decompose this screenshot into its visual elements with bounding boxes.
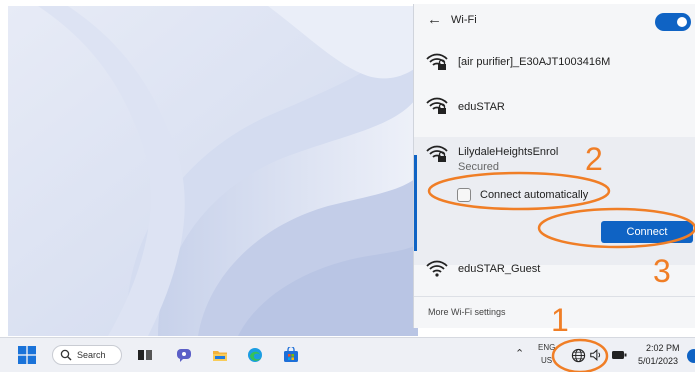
clock-time[interactable]: 2:02 PM bbox=[646, 343, 680, 353]
chevron-up-icon[interactable]: ⌃ bbox=[515, 347, 524, 360]
network-status: Secured bbox=[458, 161, 499, 173]
volume-icon[interactable] bbox=[589, 348, 603, 362]
network-item[interactable]: eduSTAR bbox=[414, 97, 695, 123]
annotation-step-1: 1 bbox=[551, 302, 569, 338]
chat-icon[interactable] bbox=[176, 347, 192, 363]
edge-browser-icon[interactable] bbox=[247, 347, 263, 363]
connect-automatically-label[interactable]: Connect automatically bbox=[480, 189, 588, 201]
search-icon bbox=[60, 349, 72, 361]
network-globe-icon[interactable] bbox=[571, 348, 586, 363]
network-item-selected[interactable]: LilydaleHeightsEnrol Secured Connect aut… bbox=[414, 137, 695, 265]
battery-icon[interactable] bbox=[611, 349, 627, 361]
wifi-open-icon bbox=[426, 260, 448, 277]
wifi-toggle[interactable] bbox=[655, 13, 691, 31]
more-wifi-settings-label: More Wi-Fi settings bbox=[428, 307, 506, 317]
wifi-secured-icon bbox=[426, 145, 448, 162]
input-region[interactable]: US bbox=[541, 356, 552, 365]
clock-date[interactable]: 5/01/2023 bbox=[638, 356, 678, 366]
flyout-title: Wi-Fi bbox=[451, 14, 477, 26]
wifi-secured-icon bbox=[426, 53, 448, 70]
connect-button[interactable]: Connect bbox=[601, 221, 693, 243]
search-label: Search bbox=[77, 350, 106, 360]
input-language[interactable]: ENG bbox=[538, 343, 555, 352]
taskbar: Search ⌃ ENG US 2:02 PM 5/01/2023 bbox=[0, 337, 695, 372]
network-item[interactable]: [air purifier]_E30AJT1003416M bbox=[414, 53, 695, 79]
network-name: LilydaleHeightsEnrol bbox=[458, 146, 559, 158]
annotation-step-2: 2 bbox=[585, 141, 603, 177]
connect-automatically-checkbox[interactable] bbox=[457, 188, 471, 202]
network-name: eduSTAR_Guest bbox=[458, 263, 541, 275]
notification-badge[interactable] bbox=[687, 349, 695, 363]
wifi-secured-icon bbox=[426, 97, 448, 114]
selection-indicator bbox=[414, 155, 417, 251]
annotation-step-3: 3 bbox=[653, 253, 671, 289]
network-name: eduSTAR bbox=[458, 101, 505, 113]
desktop-wallpaper bbox=[8, 6, 418, 336]
network-name: [air purifier]_E30AJT1003416M bbox=[458, 56, 611, 68]
windows-start-icon[interactable] bbox=[18, 346, 36, 364]
back-arrow-icon[interactable]: ← bbox=[427, 11, 442, 28]
desktop-screen: ← Wi-Fi [air purifier]_E30AJT1003416M ed… bbox=[0, 0, 695, 372]
task-view-icon[interactable] bbox=[137, 347, 153, 363]
file-explorer-icon[interactable] bbox=[212, 347, 228, 363]
flyout-header: ← Wi-Fi bbox=[414, 4, 695, 38]
taskbar-search[interactable]: Search bbox=[52, 345, 122, 365]
microsoft-store-icon[interactable] bbox=[283, 347, 299, 363]
